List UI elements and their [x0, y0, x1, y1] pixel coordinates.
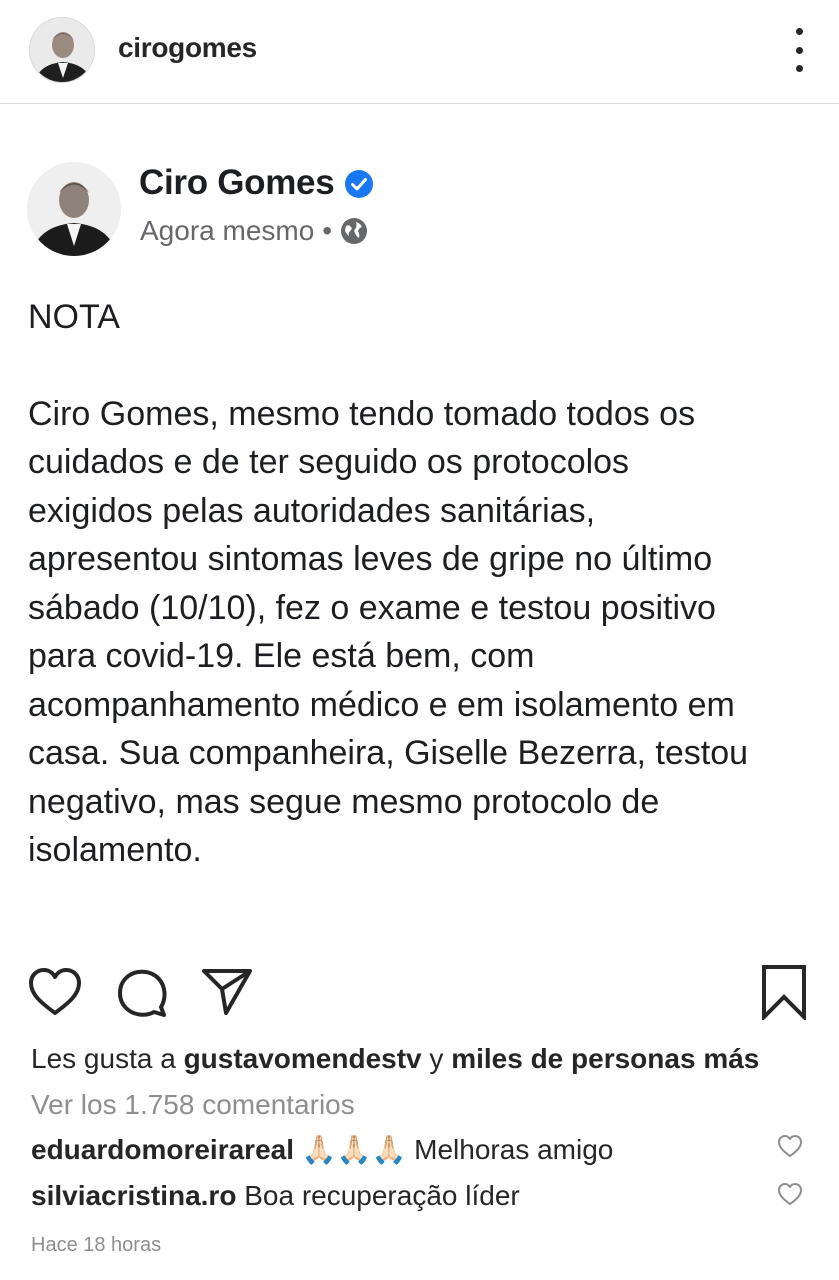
comment-like-icon[interactable] [777, 1182, 803, 1206]
verified-badge-icon [344, 168, 374, 198]
header-username[interactable]: cirogomes [118, 32, 257, 64]
likes-summary[interactable]: Les gusta a gustavomendestv y miles de p… [31, 1043, 759, 1075]
likes-rest[interactable]: miles de personas más [451, 1043, 759, 1074]
meta-separator: • [322, 215, 333, 246]
likes-prefix: Les gusta a [31, 1043, 176, 1074]
post-body: NOTA Ciro Gomes, mesmo tendo tomado todo… [28, 293, 818, 875]
author-avatar [27, 162, 121, 256]
more-dot [795, 65, 803, 72]
comment-username[interactable]: eduardomoreirareal [31, 1134, 294, 1165]
comment-text: Melhoras amigo [414, 1134, 614, 1165]
post-timestamp: Hace 18 horas [31, 1234, 162, 1256]
author-name-text: Ciro Gomes [139, 163, 335, 202]
post-text: Ciro Gomes, mesmo tendo tomado todos os … [28, 394, 749, 870]
comment-emoji: 🙏🏻🙏🏻🙏🏻 [301, 1133, 407, 1166]
comment-username[interactable]: silviacristina.ro [31, 1180, 236, 1211]
comment-like-icon[interactable] [777, 1134, 803, 1158]
post-image[interactable]: Ciro Gomes Agora mesmo • NOTA Ciro Gomes… [0, 105, 839, 945]
post-time: Agora mesmo [140, 215, 315, 246]
comment-item: silviacristina.ro Boa recuperação líder [31, 1180, 771, 1212]
likes-joiner: y [429, 1043, 444, 1074]
globe-icon [340, 217, 368, 245]
author-name: Ciro Gomes [139, 163, 374, 203]
share-icon[interactable] [201, 967, 253, 1017]
likes-user[interactable]: gustavomendestv [184, 1043, 422, 1074]
author-photo [27, 162, 121, 256]
bookmark-icon[interactable] [761, 964, 807, 1020]
post-meta: Agora mesmo • [140, 215, 368, 247]
more-dot [795, 46, 803, 54]
view-comments-link[interactable]: Ver los 1.758 comentarios [31, 1089, 355, 1121]
more-dot [795, 28, 803, 35]
more-options-icon[interactable] [787, 28, 811, 72]
heart-icon[interactable] [28, 967, 82, 1017]
post-header: cirogomes [0, 0, 839, 104]
post-heading: NOTA [28, 298, 120, 336]
profile-photo [30, 18, 94, 82]
comment-item: eduardomoreirareal 🙏🏻🙏🏻🙏🏻 Melhoras amigo [31, 1133, 771, 1166]
profile-avatar[interactable] [29, 17, 95, 83]
comment-icon[interactable] [116, 967, 168, 1019]
action-bar [0, 962, 839, 1028]
comment-text: Boa recuperação líder [244, 1180, 520, 1211]
